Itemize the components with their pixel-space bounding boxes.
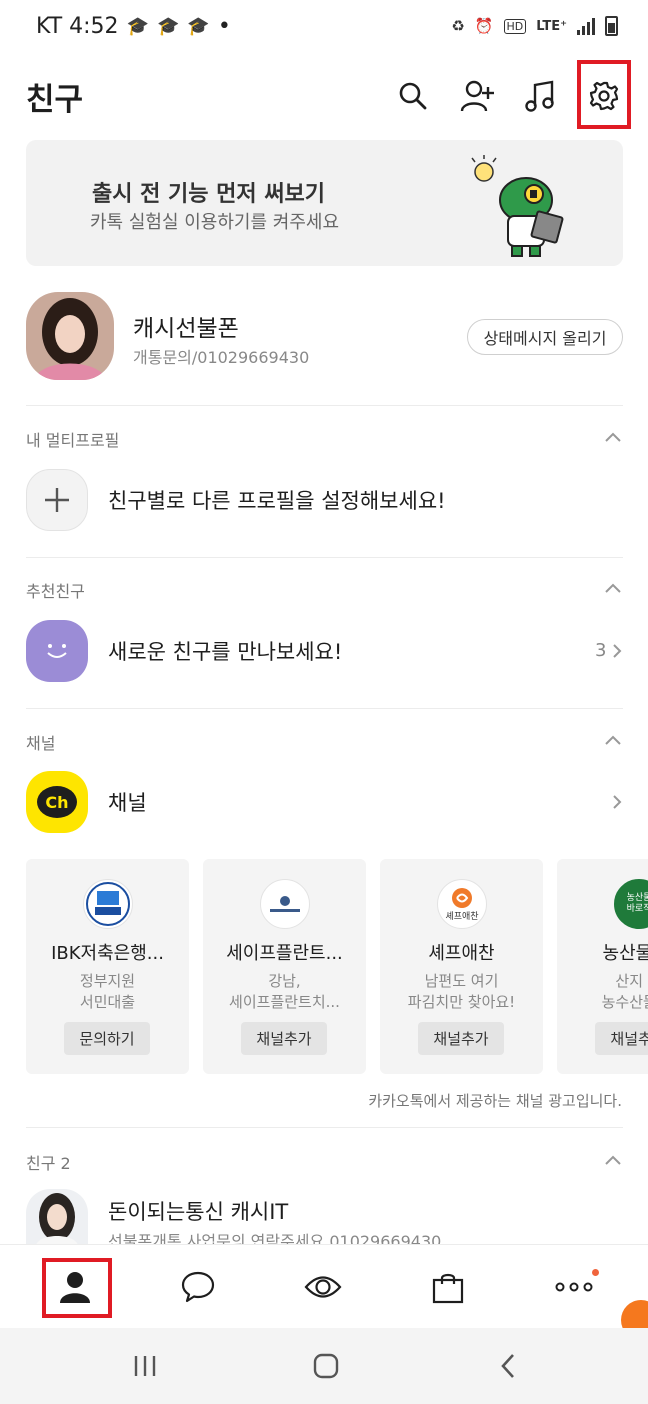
view-tab-icon[interactable] xyxy=(293,1259,353,1315)
search-icon[interactable] xyxy=(387,70,439,122)
hd-icon: HD xyxy=(503,18,527,34)
multi-profile-section-label: 내 멀티프로필 xyxy=(26,431,120,450)
channel-card[interactable]: 셰프애찬 셰프애찬 남편도 여기 파김치만 찾아요! 채널추가 xyxy=(380,859,543,1074)
music-icon[interactable] xyxy=(514,70,566,122)
alarm-icon: ⏰ xyxy=(474,17,494,35)
my-profile-avatar[interactable] xyxy=(26,292,114,380)
graduation-cap-icon: 🎓 xyxy=(187,15,210,37)
recommended-friends-prompt[interactable]: 새로운 친구를 만나보세요! xyxy=(108,636,342,666)
channel-card-name: 세이프플란트... xyxy=(226,943,343,964)
banner-title: 출시 전 기능 먼저 써보기 xyxy=(92,182,326,207)
channel-card-desc: 남편도 여기 파김치만 찾아요! xyxy=(407,972,516,1011)
graduation-cap-icon: 🎓 xyxy=(156,15,180,37)
recommended-section-label: 추천친구 xyxy=(26,582,85,601)
new-badge-dot xyxy=(592,1269,599,1276)
my-profile-name[interactable]: 캐시선불폰 xyxy=(133,309,239,343)
friend-name[interactable]: 돈이되는통신 캐시IT xyxy=(108,1196,288,1226)
chevron-right-icon xyxy=(613,643,622,658)
lab-banner[interactable]: 출시 전 기능 먼저 써보기 카톡 실험실 이용하기를 켜주세요 xyxy=(26,140,623,266)
divider xyxy=(26,405,623,406)
kakao-channel-icon[interactable]: Ch xyxy=(26,771,88,833)
chevron-up-icon[interactable] xyxy=(604,582,622,594)
friends-section-label: 친구 2 xyxy=(26,1154,71,1173)
channel-card-desc: 정부지원 서민대출 xyxy=(79,972,136,1011)
channel-card-name: IBK저축은행... xyxy=(51,943,164,964)
smile-face-icon xyxy=(26,620,88,682)
chat-bubble-icon[interactable] xyxy=(168,1259,228,1315)
my-profile-status: 개통문의/01029669430 xyxy=(133,348,310,367)
channel-ad-carousel[interactable]: IBK저축은행... 정부지원 서민대출 문의하기 세이프플란트... 강남, … xyxy=(26,859,648,1074)
inquire-button[interactable]: 문의하기 xyxy=(64,1022,150,1055)
channel-card[interactable]: IBK저축은행... 정부지원 서민대출 문의하기 xyxy=(26,859,189,1074)
settings-highlight-box xyxy=(577,60,631,129)
recommended-count[interactable]: 3 xyxy=(595,640,622,661)
chef-aechan-logo-text: 셰프애찬 xyxy=(445,911,479,922)
channel-card[interactable]: 세이프플란트... 강남, 세이프플란트치... 채널추가 xyxy=(203,859,366,1074)
chevron-up-icon[interactable] xyxy=(604,1154,622,1166)
back-icon[interactable] xyxy=(488,1350,528,1382)
post-status-message-button[interactable]: 상태메시지 올리기 xyxy=(467,319,623,355)
channel-card[interactable]: 농산물 바로직 농산물 바 산지 지 농수산물 정 채널추가 xyxy=(557,859,648,1074)
status-bar: KT 4:52 🎓 🎓 🎓 • ♻ ⏰ HD LTE⁺ xyxy=(0,0,648,52)
page-title: 친구 xyxy=(26,82,84,118)
recommended-count-value: 3 xyxy=(595,640,607,661)
channel-card-name: 농산물 바 xyxy=(602,943,648,964)
signal-icon xyxy=(577,17,595,35)
notification-dot: • xyxy=(217,13,231,39)
chevron-up-icon[interactable] xyxy=(604,734,622,746)
chevron-up-icon[interactable] xyxy=(604,431,622,443)
add-channel-button[interactable]: 채널추가 xyxy=(241,1022,327,1055)
friends-tab-highlight-box xyxy=(42,1258,112,1318)
shopping-bag-icon[interactable] xyxy=(418,1259,478,1315)
divider xyxy=(26,557,623,558)
channel-row-label[interactable]: 채널 xyxy=(108,787,147,817)
produce-logo-text: 농산물 바로직 xyxy=(626,893,648,914)
android-navigation-bar xyxy=(0,1328,648,1404)
channel-card-name: 셰프애찬 xyxy=(428,943,495,964)
battery-icon xyxy=(605,16,618,36)
more-dots-icon[interactable] xyxy=(544,1259,604,1315)
channel-ad-note: 카카오톡에서 제공하는 채널 광고입니다. xyxy=(368,1092,622,1110)
divider xyxy=(26,1127,623,1128)
multi-profile-prompt[interactable]: 친구별로 다른 프로필을 설정해보세요! xyxy=(108,485,446,515)
add-friend-icon[interactable] xyxy=(452,70,504,122)
home-icon[interactable] xyxy=(306,1350,346,1382)
add-multi-profile-icon[interactable] xyxy=(26,469,88,531)
carrier-time: KT 4:52 xyxy=(36,13,119,39)
recycle-icon: ♻ xyxy=(451,17,465,35)
lte-icon: LTE⁺ xyxy=(536,18,567,34)
friend-avatar[interactable] xyxy=(26,1189,88,1245)
scientist-character-illustration xyxy=(464,150,574,264)
graduation-cap-icon: 🎓 xyxy=(126,15,149,37)
channel-section-label: 채널 xyxy=(26,734,56,753)
chef-aechan-logo-icon: 셰프애찬 xyxy=(437,879,487,929)
recent-apps-icon[interactable] xyxy=(125,1350,165,1382)
safeplant-logo-icon xyxy=(260,879,310,929)
add-channel-button[interactable]: 채널추가 xyxy=(595,1022,648,1055)
header: 친구 xyxy=(0,60,648,130)
channel-card-desc: 산지 지 농수산물 정 xyxy=(601,972,648,1011)
ibk-logo-icon xyxy=(83,879,133,929)
channel-card-desc: 강남, 세이프플란트치... xyxy=(229,972,340,1011)
add-channel-button[interactable]: 채널추가 xyxy=(418,1022,504,1055)
banner-subtitle: 카톡 실험실 이용하기를 켜주세요 xyxy=(90,212,340,233)
divider xyxy=(26,708,623,709)
chevron-right-icon[interactable] xyxy=(612,794,622,810)
channel-logo-text: Ch xyxy=(37,786,77,818)
produce-logo-icon: 농산물 바로직 xyxy=(614,879,648,929)
